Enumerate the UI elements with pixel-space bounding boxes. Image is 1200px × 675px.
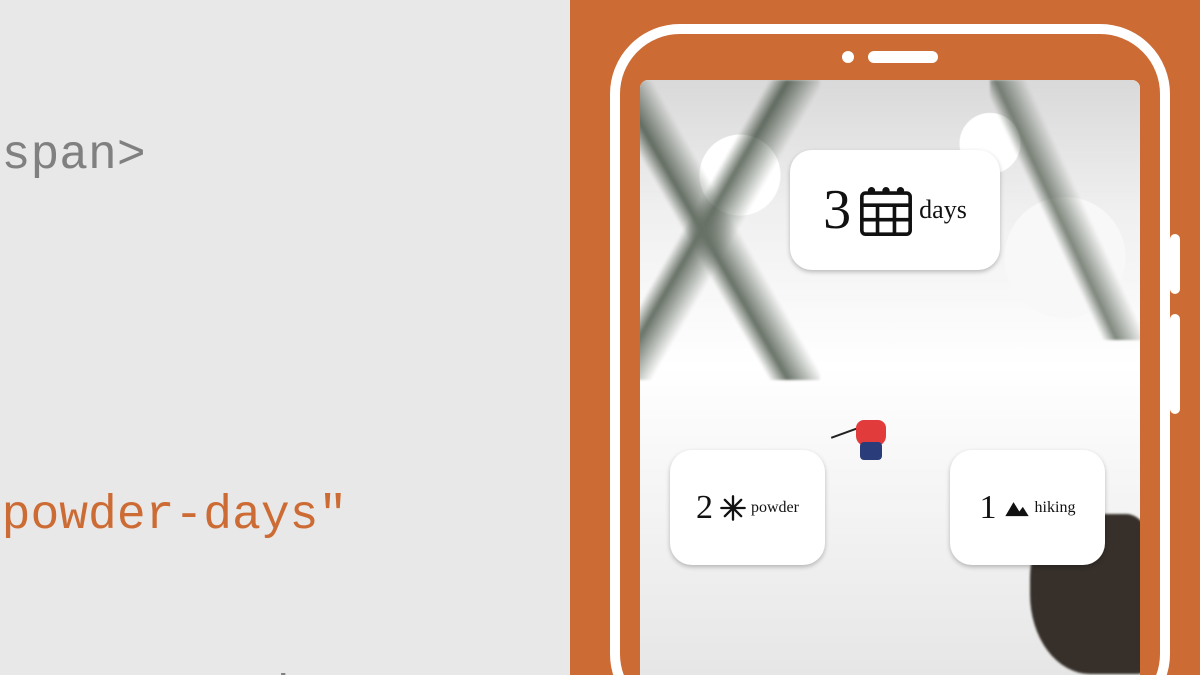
code-snippet: >days</span> sName="powder-days" >{this.… xyxy=(0,0,570,675)
phone-speaker-icon xyxy=(868,51,938,63)
powder-days-tile[interactable]: 2 powder xyxy=(670,450,825,565)
device-preview-pane: 3 days 2 xyxy=(570,0,1200,675)
tutorial-slide: >days</span> sName="powder-days" >{this.… xyxy=(0,0,1200,675)
total-days-tile[interactable]: 3 days xyxy=(790,150,1000,270)
phone-side-button xyxy=(1170,314,1180,414)
calendar-icon xyxy=(857,181,915,239)
total-days-count: 3 xyxy=(823,178,851,242)
phone-frame: 3 days 2 xyxy=(610,24,1170,675)
code-string-powder-days: "powder-days" xyxy=(0,489,347,543)
phone-earpiece xyxy=(620,48,1160,66)
hiking-days-label: hiking xyxy=(1035,499,1076,517)
total-days-label: days xyxy=(919,195,967,225)
code-prop-access: .props.powder xyxy=(0,669,347,675)
hiking-days-tile[interactable]: 1 hiking xyxy=(950,450,1105,565)
snowflake-icon xyxy=(719,494,747,522)
powder-days-count: 2 xyxy=(696,489,713,527)
phone-side-button xyxy=(1170,234,1180,294)
hiking-days-count: 1 xyxy=(980,489,997,527)
mountain-icon xyxy=(1003,494,1031,522)
app-screen[interactable]: 3 days 2 xyxy=(640,80,1140,675)
skier-illustration xyxy=(850,410,892,462)
phone-camera-icon xyxy=(842,51,854,63)
code-closing-tag: </span> xyxy=(0,129,146,183)
powder-days-label: powder xyxy=(751,499,799,517)
background-trees xyxy=(990,80,1140,340)
